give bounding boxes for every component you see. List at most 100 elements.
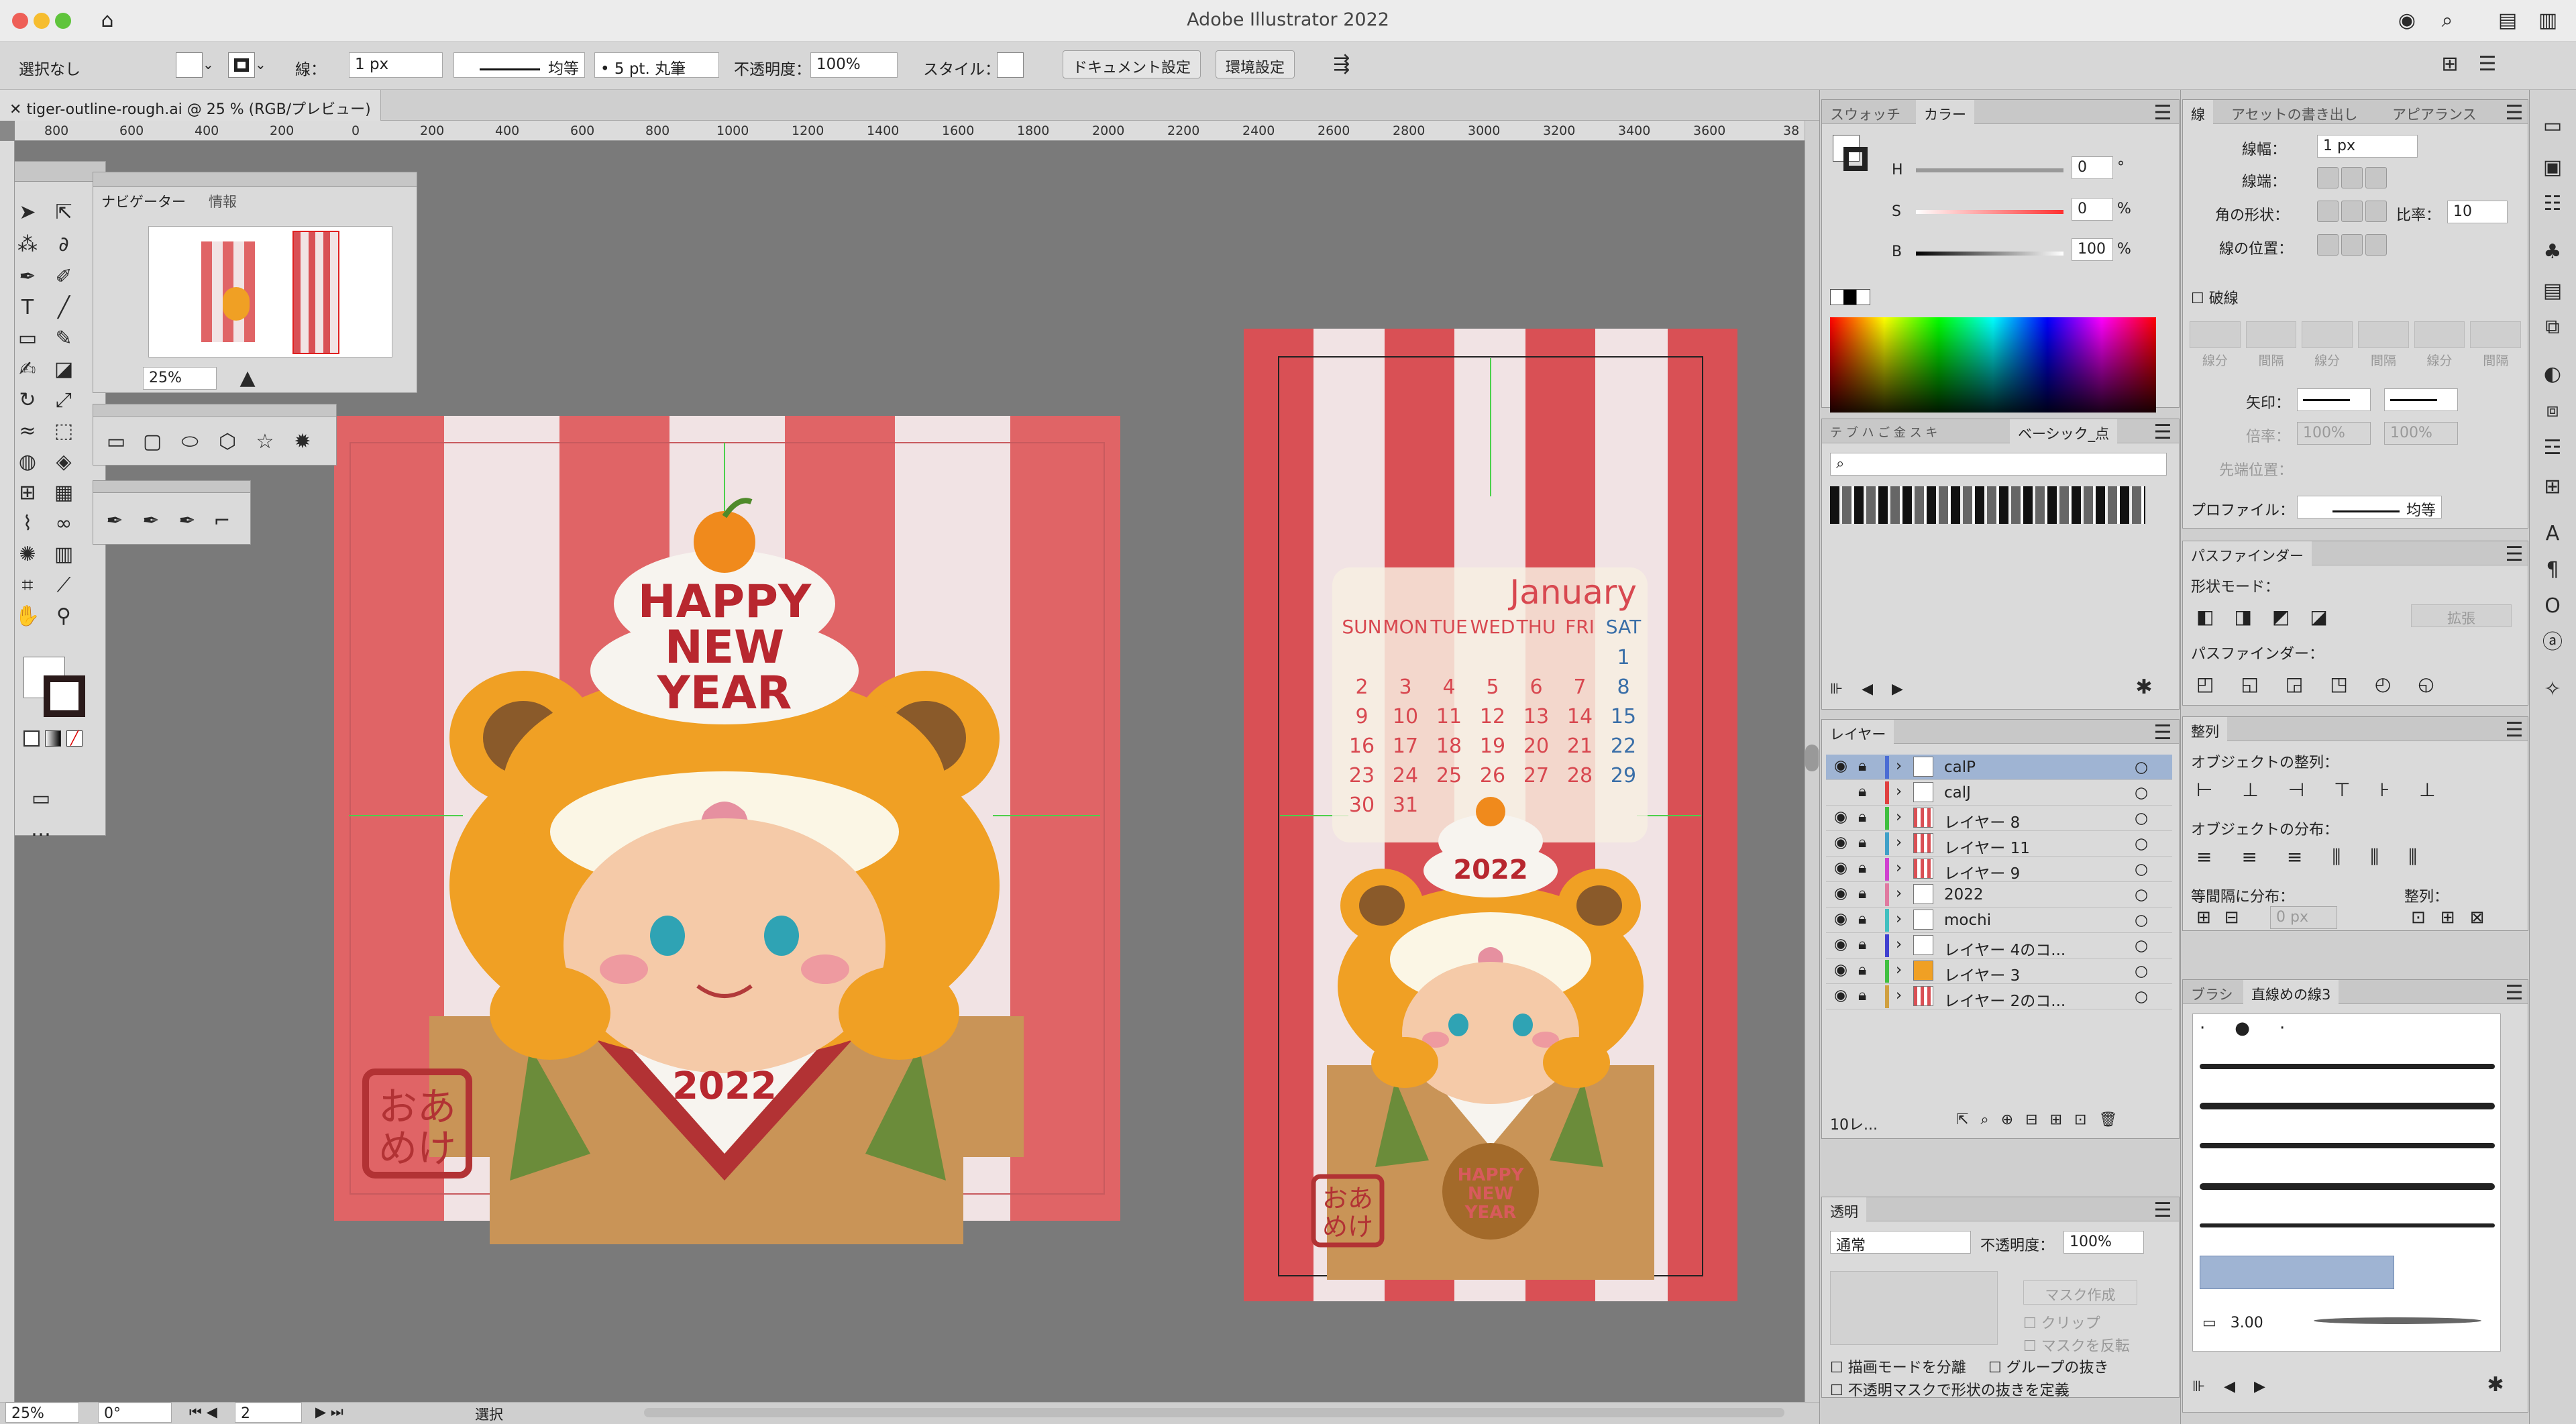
target-icon[interactable]: ○ xyxy=(2135,861,2148,878)
tab-pathfinder[interactable]: パスファインダー xyxy=(2183,541,2312,565)
fill-swatch[interactable] xyxy=(176,52,203,78)
anchor-point-icon[interactable]: ⌐ xyxy=(209,508,235,535)
tab-navigator[interactable]: ナビゲーター xyxy=(93,187,194,211)
distribute-spacing-buttons[interactable]: ⊞⊟ xyxy=(2196,908,2253,928)
saturation-field[interactable]: 0 xyxy=(2072,198,2113,221)
eye-icon[interactable]: ◉ xyxy=(1834,859,1847,877)
mesh-tool-icon[interactable]: ⊞ xyxy=(15,480,41,506)
artboard-number-field[interactable]: 2 xyxy=(235,1403,302,1423)
shaper-tool-icon[interactable]: ✍ xyxy=(15,356,41,383)
panel-menu-icon[interactable]: ☰ xyxy=(2501,541,2528,568)
lock-icon[interactable]: 🔒︎ xyxy=(1858,961,1866,979)
tab-collapsed[interactable]: テ ブ ハ ご 金 ス キ xyxy=(1822,419,1945,443)
eye-icon[interactable]: ◉ xyxy=(1834,808,1847,826)
tab-stroke[interactable]: 線 xyxy=(2183,100,2213,124)
puppet-warp-icon[interactable]: ✧ xyxy=(2539,676,2566,703)
lock-icon[interactable]: 🔒︎ xyxy=(1858,859,1866,877)
end-arrow-select[interactable] xyxy=(2384,388,2458,411)
eye-icon[interactable]: ◉ xyxy=(1834,834,1847,851)
document-tab[interactable]: ✕ tiger-outline-rough.ai @ 25 % (RGB/プレビ… xyxy=(0,90,381,121)
graphic-styles-icon[interactable]: ☲ xyxy=(2539,435,2566,461)
preferences-button[interactable]: 環境設定 xyxy=(1216,50,1295,78)
swatch-library-controls[interactable]: ⊪ ◀ ▶ xyxy=(1830,681,1903,698)
ellipse-icon[interactable]: ⬭ xyxy=(176,429,203,455)
chevron-down-icon[interactable]: ⌄ xyxy=(255,56,266,72)
target-icon[interactable]: ○ xyxy=(2135,784,2148,802)
brightness-slider[interactable] xyxy=(1916,252,2063,256)
spacing-field[interactable]: 0 px xyxy=(2270,906,2337,929)
arrange-icon[interactable]: ▥ xyxy=(2534,7,2561,34)
symbols-icon[interactable]: ♣ xyxy=(2539,239,2566,266)
image-trace-icon[interactable]: ⧈ xyxy=(2539,397,2566,424)
lock-icon[interactable]: 🔒︎ xyxy=(1858,808,1866,826)
layer-row[interactable]: ◉ 🔒︎ › calP ○ xyxy=(1826,755,2172,780)
hue-slider[interactable] xyxy=(1916,168,2063,172)
distribute-objects-buttons[interactable]: ≡≡≡⫼⫼⫼ xyxy=(2196,846,2447,869)
clip-checkbox[interactable]: ☐ クリップ xyxy=(2023,1311,2100,1333)
paragraph-icon[interactable]: ¶ xyxy=(2539,557,2566,584)
brightness-field[interactable]: 100 xyxy=(2072,238,2113,261)
eye-icon[interactable]: ◉ xyxy=(1834,987,1847,1004)
rotate-view-field[interactable]: 0° xyxy=(98,1403,172,1423)
magic-wand-tool-icon[interactable]: ⁂ xyxy=(15,231,41,258)
saturation-slider[interactable] xyxy=(1916,210,2063,214)
expand-button[interactable]: 拡張 xyxy=(2411,604,2512,627)
magic-icon[interactable]: ✱ xyxy=(2131,674,2157,701)
type-tool-icon[interactable]: T xyxy=(15,294,41,321)
round-join-icon[interactable] xyxy=(2341,201,2363,222)
lock-icon[interactable]: 🔒︎ xyxy=(1858,987,1866,1004)
eye-icon[interactable]: ◉ xyxy=(1834,910,1847,928)
rounded-rectangle-icon[interactable]: ▢ xyxy=(139,429,166,455)
hue-field[interactable]: 0 xyxy=(2072,156,2113,179)
brush-stroke[interactable] xyxy=(2200,1183,2495,1190)
opentype-icon[interactable]: O xyxy=(2539,593,2566,620)
slice-tool-icon[interactable]: ⟋ xyxy=(50,572,77,599)
layer-row[interactable]: ◉ 🔒︎ › レイヤー 2のコ... ○ xyxy=(1826,984,2172,1010)
artboard-2[interactable]: JanuarySUN MON TUE WED THU FRI SAT12 3 4 5 6 7 89 10 1… xyxy=(1244,329,1737,1301)
swatch-grid[interactable] xyxy=(1830,486,2145,524)
align-to-buttons[interactable]: ⊡⊞⊠ xyxy=(2411,908,2499,928)
blend-tool-icon[interactable]: ∞ xyxy=(50,510,77,537)
more-tools-icon[interactable]: … xyxy=(28,816,54,843)
stroke-profile-select[interactable]: 均等 xyxy=(453,52,585,78)
direct-selection-tool-icon[interactable]: ⇱ xyxy=(50,199,77,226)
tab-layers[interactable]: レイヤー xyxy=(1822,720,1894,744)
close-icon[interactable]: ✕ xyxy=(9,101,26,118)
swatch-search-input[interactable]: ⌕ xyxy=(1830,453,2167,476)
properties-icon[interactable]: ▣ xyxy=(2539,154,2566,181)
brush-stroke[interactable] xyxy=(2200,1143,2495,1148)
stroke-weight-input[interactable]: 1 px xyxy=(2317,135,2418,158)
panel-menu-icon[interactable]: ☰ xyxy=(2149,720,2176,747)
lock-icon[interactable]: 🔒︎ xyxy=(1858,936,1866,953)
gradient-tool-icon[interactable]: ▦ xyxy=(50,480,77,506)
artboards-icon[interactable]: ⊞ xyxy=(2539,474,2566,500)
tab-appearance[interactable]: アピアランス xyxy=(2384,100,2485,124)
layer-row[interactable]: ◉ 🔒︎ › レイヤー 4のコ... ○ xyxy=(1826,933,2172,959)
graphic-style-swatch[interactable] xyxy=(997,52,1024,78)
pen-icon[interactable]: ✒ xyxy=(101,508,128,535)
curvature-tool-icon[interactable]: ✐ xyxy=(50,264,77,290)
layer-row[interactable]: 🔒︎ › calJ ○ xyxy=(1826,780,2172,806)
artboard-tool-icon[interactable]: ⌗ xyxy=(15,572,41,599)
zoom-in-icon[interactable]: ▲ xyxy=(234,365,261,392)
none-black-white-swatches[interactable] xyxy=(1830,289,1870,305)
add-anchor-icon[interactable]: ✒ xyxy=(138,508,164,535)
target-icon[interactable]: ○ xyxy=(2135,988,2148,1005)
tab-brushes[interactable]: ブラシ xyxy=(2183,980,2241,1004)
lock-icon[interactable]: 🔒︎ xyxy=(1858,783,1866,800)
transform-icon[interactable]: ⊞ xyxy=(2436,51,2463,78)
eye-icon[interactable]: ◉ xyxy=(1834,936,1847,953)
blend-mode-select[interactable]: 通常 xyxy=(1830,1231,1971,1254)
brush-select[interactable]: • 5 pt. 丸筆 xyxy=(594,52,719,78)
line-tool-icon[interactable]: ╱ xyxy=(50,294,77,321)
symbol-sprayer-tool-icon[interactable]: ✺ xyxy=(15,541,41,568)
panel-menu-icon[interactable]: ☰ xyxy=(2149,419,2176,446)
panel-menu-icon[interactable]: ☰ xyxy=(2149,100,2176,127)
lasso-tool-icon[interactable]: ∂ xyxy=(50,231,77,258)
butt-cap-icon[interactable] xyxy=(2317,167,2339,188)
isolate-blending-checkbox[interactable]: ☐ 描画モードを分離 xyxy=(1830,1356,1966,1377)
magic-icon[interactable]: ✱ xyxy=(2482,1372,2509,1399)
brush-stroke[interactable] xyxy=(2200,1103,2495,1109)
panel-menu-icon[interactable]: ☰ xyxy=(2501,100,2528,127)
canvas[interactable]: HAPPY NEW YEAR 2022 おあ めけ January SUN MON T… xyxy=(15,141,1805,1402)
